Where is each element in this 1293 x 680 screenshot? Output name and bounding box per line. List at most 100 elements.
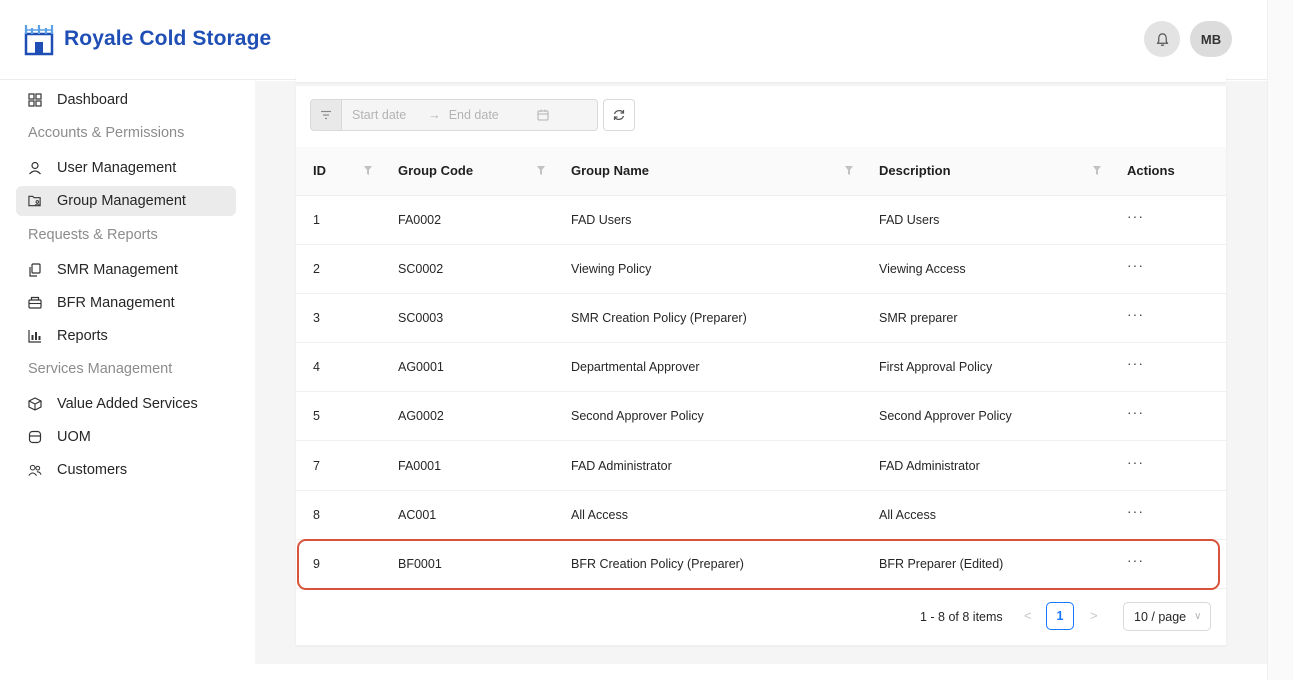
pagination: 1 - 8 of 8 items < 1 > 10 / page ∨ [296,601,1226,635]
sidebar-item-label: User Management [57,160,177,176]
cell-id: 2 [296,244,382,294]
column-filter-icon[interactable] [536,165,546,177]
date-range-picker[interactable]: Start date → End date [342,99,598,131]
table-row[interactable]: 7 FA0001 FAD Administrator FAD Administr… [296,440,1226,491]
cell-group-code: FA0002 [382,195,555,245]
arrow-right-icon: → [428,108,441,122]
printer-icon [28,296,42,310]
chevron-left-icon[interactable]: < [1024,608,1032,623]
cell-id: 8 [296,490,382,540]
column-header-id[interactable]: ID [296,147,382,196]
more-actions-icon[interactable]: ··· [1127,404,1144,420]
end-date-input[interactable]: End date [449,108,499,122]
page-size-select[interactable]: 10 / page ∨ [1123,602,1211,631]
database-icon [28,430,42,444]
sidebar-item-label: Value Added Services [57,396,198,412]
cell-id: 7 [296,440,382,491]
cell-group-code: AG0001 [382,342,555,393]
cell-group-code: AC001 [382,490,555,540]
more-actions-icon[interactable]: ··· [1127,306,1144,322]
refresh-button[interactable] [603,99,635,131]
sidebar-item-customers[interactable]: Customers [16,455,236,485]
cell-description: First Approval Policy [863,342,1111,393]
group-folder-icon [28,194,42,208]
more-actions-icon[interactable]: ··· [1127,503,1144,519]
filter-button[interactable] [310,99,342,131]
cell-id: 3 [296,293,382,344]
sidebar-item-label: Customers [57,462,128,478]
table-row[interactable]: 8 AC001 All Access All Access ··· [296,490,1226,540]
team-icon [28,463,42,477]
more-actions-icon[interactable]: ··· [1127,208,1144,224]
cell-group-code: SC0003 [382,293,555,344]
cell-id: 4 [296,342,382,393]
cell-group-name: All Access [555,490,863,540]
filter-bar: Start date → End date [310,99,635,131]
sidebar-item-label: SMR Management [57,262,178,278]
filter-lines-icon [321,110,331,120]
cell-group-name: FAD Administrator [555,440,863,491]
top-card [296,74,1226,82]
highlight-annotation [297,539,1220,590]
sidebar-item-bfr-management[interactable]: BFR Management [16,288,236,318]
brand-logo-icon [24,25,54,56]
nav-group-services: Services Management [28,361,173,377]
copy-icon [28,263,42,277]
table-row[interactable]: 1 FA0002 FAD Users FAD Users ··· [296,195,1226,245]
table-row[interactable]: 5 AG0002 Second Approver Policy Second A… [296,391,1226,442]
sidebar-item-reports[interactable]: Reports [16,321,236,351]
chevron-down-icon: ∨ [1194,611,1202,622]
column-header-group-code[interactable]: Group Code [382,147,555,196]
column-filter-icon[interactable] [363,165,373,177]
cell-group-name: Second Approver Policy [555,391,863,442]
table-header-row: ID Group Code Group Name Description Act… [296,147,1226,196]
sidebar-item-value-added-services[interactable]: Value Added Services [16,389,236,419]
pagination-info: 1 - 8 of 8 items [920,610,1003,624]
more-actions-icon[interactable]: ··· [1127,257,1144,273]
more-actions-icon[interactable]: ··· [1127,355,1144,371]
more-actions-icon[interactable]: ··· [1127,454,1144,470]
column-filter-icon[interactable] [1092,165,1102,177]
cell-id: 1 [296,195,382,245]
refresh-icon [613,110,625,120]
bell-icon [1156,32,1168,46]
cell-description: SMR preparer [863,293,1111,344]
sidebar-item-smr-management[interactable]: SMR Management [16,255,236,285]
page-button-current[interactable]: 1 [1046,602,1074,630]
column-header-description[interactable]: Description [863,147,1111,196]
bar-chart-icon [28,329,42,343]
column-header-actions: Actions [1111,147,1226,196]
sidebar-item-label: UOM [57,429,91,445]
table-row[interactable]: 4 AG0001 Departmental Approver First App… [296,342,1226,393]
start-date-input[interactable]: Start date [352,108,406,122]
box-icon [28,397,42,411]
user-avatar[interactable]: MB [1190,21,1232,57]
cell-group-name: Viewing Policy [555,244,863,294]
sidebar-item-label: Group Management [57,193,186,209]
user-icon [28,161,42,175]
cell-id: 5 [296,391,382,442]
group-table: ID Group Code Group Name Description Act… [296,147,1226,590]
cell-description: Viewing Access [863,244,1111,294]
sidebar-item-group-management[interactable]: Group Management [16,186,236,216]
sidebar-item-label: Dashboard [57,92,128,108]
cell-group-name: SMR Creation Policy (Preparer) [555,293,863,344]
dashboard-icon [28,93,42,107]
page-size-value: 10 / page [1134,609,1187,624]
table-row[interactable]: 3 SC0003 SMR Creation Policy (Preparer) … [296,293,1226,344]
chevron-right-icon[interactable]: > [1090,608,1098,623]
sidebar-item-user-management[interactable]: User Management [16,153,236,183]
sidebar: Dashboard Accounts & Permissions User Ma… [0,80,255,680]
brand[interactable]: Royale Cold Storage [24,22,271,56]
table-row[interactable]: 2 SC0002 Viewing Policy Viewing Access ·… [296,244,1226,294]
nav-group-accounts: Accounts & Permissions [28,125,185,141]
column-filter-icon[interactable] [844,165,854,177]
cell-group-code: FA0001 [382,440,555,491]
cell-description: FAD Users [863,195,1111,245]
brand-name: Royale Cold Storage [64,27,272,50]
scrollbar-track[interactable] [1267,0,1293,680]
sidebar-item-dashboard[interactable]: Dashboard [16,85,236,115]
notifications-button[interactable] [1144,21,1180,57]
sidebar-item-uom[interactable]: UOM [16,422,236,452]
column-header-group-name[interactable]: Group Name [555,147,863,196]
